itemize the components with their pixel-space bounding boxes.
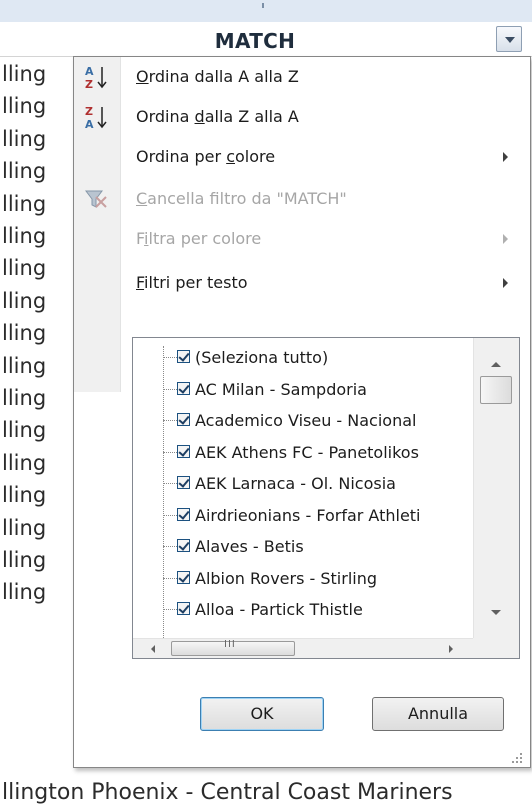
- list-item-label: Airdrieonians - Forfar Athleti: [195, 505, 421, 525]
- tree-connector: [163, 609, 177, 610]
- menu-item-sort-az[interactable]: A Z Ordina dalla A alla Z: [74, 57, 530, 97]
- list-item[interactable]: AEK Athens FC - Panetolikos: [133, 437, 473, 468]
- checkbox[interactable]: [177, 602, 190, 615]
- list-item-label: Alloa - Partick Thistle: [195, 600, 363, 619]
- tree-connector: [163, 577, 177, 579]
- checkbox[interactable]: [177, 507, 190, 521]
- checkbox[interactable]: [177, 476, 190, 489]
- checkbox[interactable]: [177, 350, 190, 363]
- list-item[interactable]: Albion Rovers - Stirling: [133, 563, 473, 594]
- cell-bottom-row[interactable]: llington Phoenix - Central Coast Mariner…: [0, 776, 532, 809]
- scrollbar-corner: [473, 638, 519, 658]
- tree-connector: [163, 357, 177, 358]
- list-item-label: AC Milan - Sampdoria: [195, 379, 367, 399]
- scroll-grip-icon: III: [224, 639, 236, 650]
- menu-item-sort-by-color[interactable]: Ordina per colore: [74, 137, 530, 177]
- column-letter-header: [0, 0, 532, 23]
- submenu-arrow-icon: [503, 234, 508, 244]
- sort-ascending-icon: A Z: [85, 65, 107, 91]
- submenu-arrow-icon: [503, 152, 508, 162]
- ok-button[interactable]: OK: [200, 697, 324, 731]
- menu-item-clear-filter[interactable]: Cancella filtro da "MATCH": [74, 179, 530, 219]
- checkbox[interactable]: [177, 413, 190, 426]
- horizontal-scrollbar[interactable]: III: [133, 638, 473, 658]
- autofilter-panel: A Z Ordina dalla A alla Z Z A Ordina dal…: [73, 56, 531, 768]
- svg-text:Z: Z: [85, 105, 93, 118]
- cancel-button[interactable]: Annulla: [372, 697, 504, 731]
- menu-item-filter-by-color[interactable]: Filtra per colore: [74, 219, 530, 259]
- list-item[interactable]: AEK Larnaca - Ol. Nicosia: [133, 468, 473, 499]
- tree-connector: [163, 483, 177, 484]
- list-item[interactable]: AC Milan - Sampdoria: [133, 374, 473, 405]
- filter-values-list[interactable]: (Seleziona tutto) AC Milan - Sampdoria Aca…: [132, 337, 520, 659]
- menu-item-label: Filtri per testo: [136, 273, 248, 292]
- menu-item-label: Ordina per colore: [136, 147, 276, 166]
- svg-text:Z: Z: [85, 78, 93, 91]
- scroll-right-icon[interactable]: [449, 645, 453, 653]
- menu-item-label: Filtra per colore: [136, 229, 262, 248]
- tree-connector: [163, 514, 177, 516]
- list-item-label: AEK Athens FC - Panetolikos: [195, 442, 419, 462]
- column-header-title: MATCH: [214, 29, 296, 53]
- clear-filter-icon: [85, 190, 107, 208]
- menu-item-label: Cancella filtro da "MATCH": [136, 189, 347, 208]
- filter-dropdown-button[interactable]: [496, 26, 522, 52]
- column-boundary-mark: [262, 3, 264, 8]
- list-item[interactable]: Airdrieonians - Forfar Athleti: [133, 500, 473, 531]
- submenu-arrow-icon: [503, 278, 508, 288]
- list-item-label: Academico Viseu - Nacional: [195, 411, 417, 430]
- list-item[interactable]: Academico Viseu - Nacional: [133, 405, 473, 436]
- menu-item-label: Ordina dalla Z alla A: [136, 107, 299, 126]
- list-item-label: AEK Larnaca - Ol. Nicosia: [195, 474, 396, 493]
- tree-connector: [163, 420, 177, 421]
- list-item-label: Albion Rovers - Stirling: [195, 568, 378, 588]
- list-item-label: Alaves - Betis: [195, 537, 304, 556]
- menu-item-sort-za[interactable]: Z A Ordina dalla Z alla A: [74, 97, 530, 137]
- checkbox[interactable]: [177, 539, 190, 552]
- menu-item-text-filters[interactable]: Filtri per testo: [74, 263, 530, 303]
- horizontal-scroll-thumb[interactable]: III: [171, 639, 295, 656]
- sort-descending-icon: Z A: [85, 105, 107, 131]
- checkbox[interactable]: [177, 444, 190, 458]
- svg-text:A: A: [85, 65, 94, 78]
- list-item[interactable]: Alloa - Partick Thistle: [133, 594, 473, 625]
- list-item-label: (Seleziona tutto): [195, 348, 329, 367]
- scroll-up-icon[interactable]: [491, 362, 501, 367]
- tree-connector: [163, 388, 177, 390]
- vertical-scroll-thumb[interactable]: [480, 376, 512, 404]
- scroll-left-icon[interactable]: [151, 645, 155, 653]
- match-column-header-cell: MATCH: [0, 22, 532, 57]
- vertical-scrollbar[interactable]: [473, 338, 519, 638]
- list-item[interactable]: Alaves - Betis: [133, 531, 473, 562]
- checkbox[interactable]: [177, 381, 190, 395]
- scroll-down-icon[interactable]: [491, 610, 501, 615]
- checkbox[interactable]: [177, 570, 190, 584]
- select-all-item[interactable]: (Seleziona tutto): [133, 342, 473, 373]
- tree-connector: [163, 451, 177, 453]
- svg-text:A: A: [85, 118, 94, 131]
- tree-connector: [163, 546, 177, 547]
- resize-grip-icon[interactable]: [510, 751, 524, 763]
- menu-item-label: Ordina dalla A alla Z: [136, 67, 299, 86]
